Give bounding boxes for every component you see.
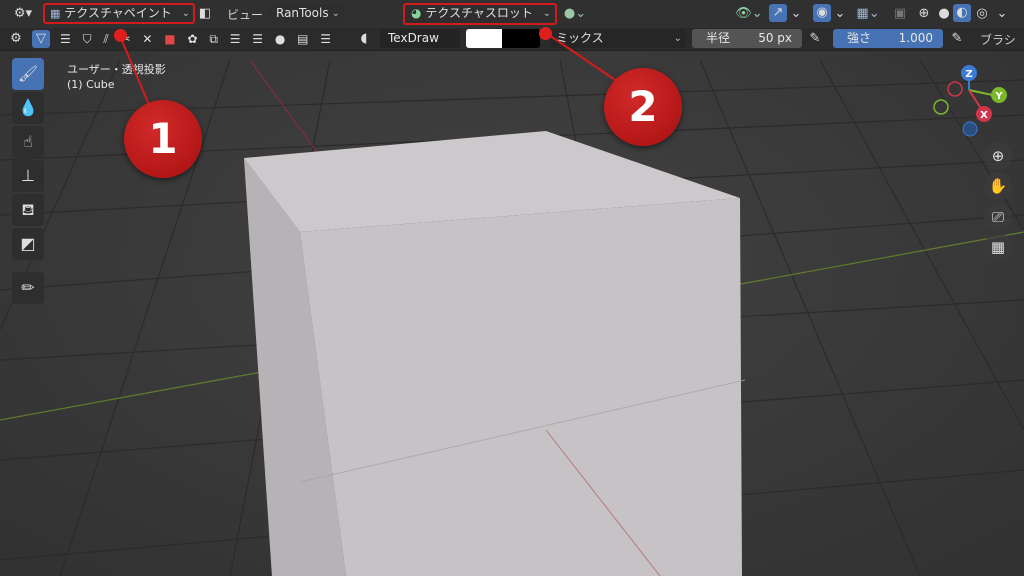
annotation-badge-2: 2 [604, 68, 682, 146]
annotate-icon[interactable]: ✏ [12, 272, 44, 304]
perspective-grid-icon[interactable]: ▦ [984, 233, 1012, 261]
camera-view-icon[interactable]: ⎚ [984, 203, 1012, 231]
mask-icon[interactable]: ◩ [12, 228, 44, 260]
annotation-badge-1: 1 [124, 100, 202, 178]
annotation-dot-1 [114, 29, 127, 42]
annotation-dot-2 [539, 27, 552, 40]
